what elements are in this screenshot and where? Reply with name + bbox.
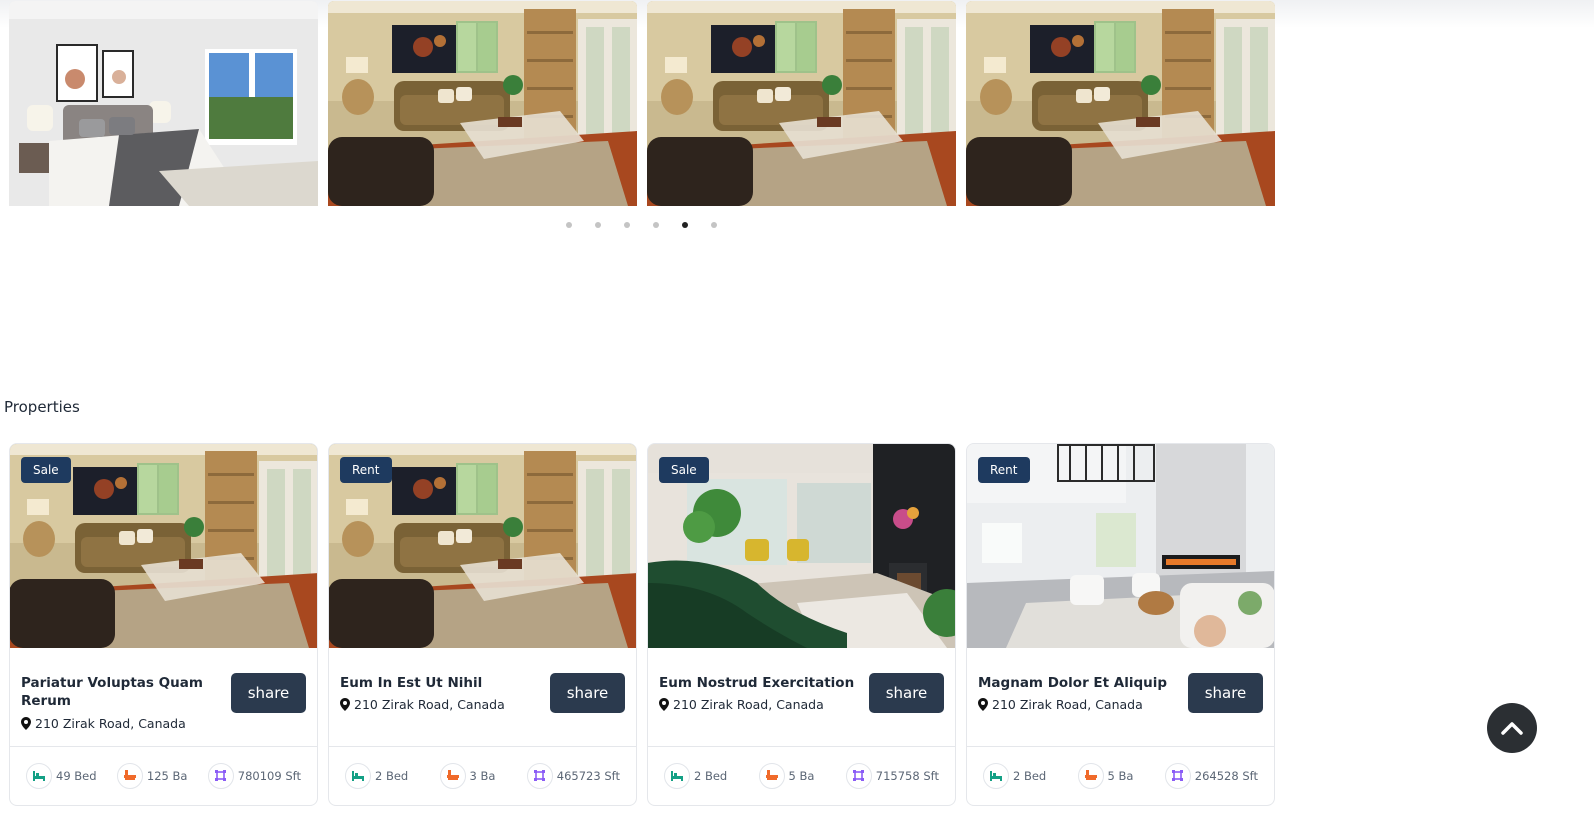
area-icon bbox=[845, 762, 872, 789]
carousel-slide-living-room[interactable] bbox=[966, 1, 1275, 206]
bedroom-photo bbox=[9, 1, 318, 206]
area-value: 715758 Sft bbox=[875, 768, 939, 783]
property-title[interactable]: Eum Nostrud Exercitation bbox=[659, 674, 869, 692]
property-image[interactable]: Sale bbox=[647, 443, 956, 648]
chevron-up-icon bbox=[1501, 722, 1523, 735]
bath-icon bbox=[758, 762, 785, 789]
carousel-slide-living-room[interactable] bbox=[328, 1, 637, 206]
property-address: 210 Zirak Road, Canada bbox=[659, 697, 824, 712]
carousel-slide-bedroom[interactable] bbox=[9, 1, 318, 206]
area-value: 465723 Sft bbox=[556, 768, 620, 783]
baths-value: 5 Ba bbox=[1107, 768, 1134, 783]
share-button[interactable]: share bbox=[1188, 673, 1263, 713]
area-feature: 780109 Sft bbox=[207, 762, 301, 789]
living-room-photo bbox=[966, 1, 1275, 206]
property-card[interactable]: Sale Pariatur Voluptas Quam Rerum 210 Zi… bbox=[9, 443, 318, 806]
living-room-photo bbox=[647, 1, 956, 206]
carousel-dot-2[interactable] bbox=[594, 222, 601, 228]
property-title[interactable]: Pariatur Voluptas Quam Rerum bbox=[21, 674, 221, 710]
bed-icon bbox=[664, 762, 690, 789]
baths-value: 125 Ba bbox=[146, 768, 188, 783]
property-card[interactable]: Rent Magnam Dolor Et Aliquip 210 Zirak R… bbox=[966, 443, 1275, 806]
status-badge: Sale bbox=[659, 457, 709, 483]
beds-value: 49 Bed bbox=[56, 768, 97, 783]
area-value: 264528 Sft bbox=[1194, 768, 1258, 783]
bath-icon bbox=[1077, 762, 1104, 789]
property-features: 2 Bed 3 Ba 465723 Sft bbox=[329, 747, 636, 804]
baths-feature: 125 Ba bbox=[116, 762, 188, 789]
bath-icon bbox=[439, 762, 466, 789]
area-feature: 465723 Sft bbox=[526, 762, 620, 789]
baths-value: 3 Ba bbox=[469, 768, 496, 783]
property-card[interactable]: Sale Eum Nostrud Exercitation 210 Zirak … bbox=[647, 443, 956, 806]
beds-value: 2 Bed bbox=[694, 768, 728, 783]
beds-feature: 2 Bed bbox=[345, 762, 409, 789]
area-feature: 715758 Sft bbox=[845, 762, 939, 789]
area-icon bbox=[526, 762, 553, 789]
share-button[interactable]: share bbox=[231, 673, 306, 713]
living-room-photo bbox=[328, 1, 637, 206]
property-card[interactable]: Rent Eum In Est Ut Nihil 210 Zirak Road,… bbox=[328, 443, 637, 806]
bath-icon bbox=[116, 762, 143, 789]
property-info: Pariatur Voluptas Quam Rerum 210 Zirak R… bbox=[10, 648, 317, 747]
property-address: 210 Zirak Road, Canada bbox=[21, 716, 186, 731]
beds-value: 2 Bed bbox=[375, 768, 409, 783]
property-list: Sale Pariatur Voluptas Quam Rerum 210 Zi… bbox=[9, 443, 1275, 806]
address-text: 210 Zirak Road, Canada bbox=[992, 697, 1143, 712]
carousel-dot-6[interactable] bbox=[710, 222, 717, 228]
baths-feature: 5 Ba bbox=[758, 762, 815, 789]
area-value: 780109 Sft bbox=[237, 768, 301, 783]
share-button[interactable]: share bbox=[869, 673, 944, 713]
status-badge: Rent bbox=[978, 457, 1030, 483]
carousel-dot-1[interactable] bbox=[565, 222, 572, 228]
property-image[interactable]: Sale bbox=[9, 443, 318, 648]
map-pin-icon bbox=[978, 698, 988, 711]
area-icon bbox=[1164, 762, 1191, 789]
property-info: Eum In Est Ut Nihil 210 Zirak Road, Cana… bbox=[329, 648, 636, 747]
area-icon bbox=[207, 762, 234, 789]
scroll-to-top-button[interactable] bbox=[1487, 703, 1537, 753]
carousel-dot-4[interactable] bbox=[652, 222, 659, 228]
section-title: Properties bbox=[4, 398, 80, 416]
address-text: 210 Zirak Road, Canada bbox=[673, 697, 824, 712]
property-features: 2 Bed 5 Ba 264528 Sft bbox=[967, 747, 1274, 804]
beds-feature: 49 Bed bbox=[26, 762, 97, 789]
property-image[interactable]: Rent bbox=[966, 443, 1275, 648]
baths-value: 5 Ba bbox=[788, 768, 815, 783]
page: Properties Sale Pariatur Voluptas Quam R… bbox=[0, 0, 1594, 832]
image-carousel[interactable] bbox=[9, 1, 1275, 206]
property-image[interactable]: Rent bbox=[328, 443, 637, 648]
map-pin-icon bbox=[659, 698, 669, 711]
baths-feature: 3 Ba bbox=[439, 762, 496, 789]
property-info: Magnam Dolor Et Aliquip 210 Zirak Road, … bbox=[967, 648, 1274, 747]
beds-feature: 2 Bed bbox=[664, 762, 728, 789]
status-badge: Sale bbox=[21, 457, 71, 483]
status-badge: Rent bbox=[340, 457, 392, 483]
baths-feature: 5 Ba bbox=[1077, 762, 1134, 789]
property-features: 49 Bed 125 Ba 780109 Sft bbox=[10, 747, 317, 804]
beds-value: 2 Bed bbox=[1013, 768, 1047, 783]
property-title[interactable]: Magnam Dolor Et Aliquip bbox=[978, 674, 1188, 692]
share-button[interactable]: share bbox=[550, 673, 625, 713]
map-pin-icon bbox=[340, 698, 350, 711]
bed-icon bbox=[983, 762, 1009, 789]
property-features: 2 Bed 5 Ba 715758 Sft bbox=[648, 747, 955, 804]
area-feature: 264528 Sft bbox=[1164, 762, 1258, 789]
bed-icon bbox=[345, 762, 371, 789]
carousel-pagination bbox=[0, 222, 1282, 228]
property-title[interactable]: Eum In Est Ut Nihil bbox=[340, 674, 540, 692]
carousel-dot-5[interactable] bbox=[681, 222, 688, 228]
carousel-dot-3[interactable] bbox=[623, 222, 630, 228]
carousel-slide-living-room[interactable] bbox=[647, 1, 956, 206]
map-pin-icon bbox=[21, 717, 31, 730]
property-address: 210 Zirak Road, Canada bbox=[340, 697, 505, 712]
beds-feature: 2 Bed bbox=[983, 762, 1047, 789]
bed-icon bbox=[26, 762, 52, 789]
address-text: 210 Zirak Road, Canada bbox=[35, 716, 186, 731]
address-text: 210 Zirak Road, Canada bbox=[354, 697, 505, 712]
property-address: 210 Zirak Road, Canada bbox=[978, 697, 1143, 712]
property-info: Eum Nostrud Exercitation 210 Zirak Road,… bbox=[648, 648, 955, 747]
